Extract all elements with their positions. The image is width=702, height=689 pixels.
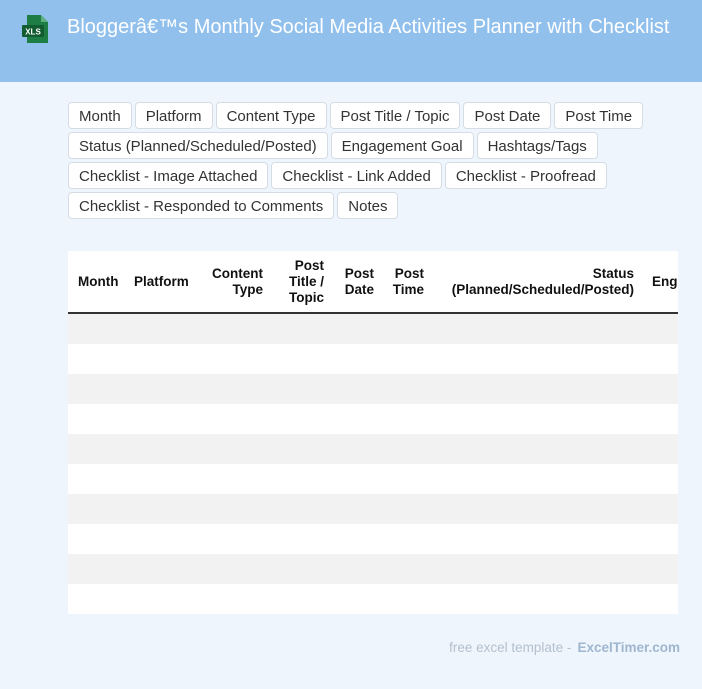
table-row[interactable]: [68, 584, 678, 614]
column-header-post-title: Post Title / Topic: [288, 257, 324, 305]
column-tag-list: Month Platform Content Type Post Title /…: [68, 102, 668, 219]
tag-status[interactable]: Status (Planned/Scheduled/Posted): [68, 132, 328, 159]
tag-checklist-link[interactable]: Checklist - Link Added: [271, 162, 442, 189]
column-header-post-time: Post Time: [392, 265, 424, 297]
tag-engagement-goal[interactable]: Engagement Goal: [330, 132, 474, 159]
page-title: Bloggerâ€™s Monthly Social Media Activit…: [67, 16, 670, 38]
table-row[interactable]: [68, 554, 678, 584]
table-row[interactable]: [68, 464, 678, 494]
column-header-platform: Platform: [134, 273, 189, 289]
column-header-post-date: Post Date: [344, 265, 374, 297]
table-row[interactable]: [68, 494, 678, 524]
tag-checklist-proofread[interactable]: Checklist - Proofread: [444, 162, 607, 189]
footer-credit: free excel template - ExcelTimer.com: [449, 640, 680, 655]
tag-checklist-responded[interactable]: Checklist - Responded to Comments: [68, 192, 335, 219]
column-header-month: Month: [78, 273, 119, 289]
footer-brand-link[interactable]: ExcelTimer.com: [577, 640, 680, 655]
column-header-status: Status (Planned/Scheduled/Posted): [451, 265, 634, 297]
tag-post-date[interactable]: Post Date: [463, 102, 552, 129]
tag-checklist-image[interactable]: Checklist - Image Attached: [68, 162, 269, 189]
tag-post-title-topic[interactable]: Post Title / Topic: [329, 102, 461, 129]
column-header-engagement: Eng: [652, 273, 678, 289]
tag-hashtags[interactable]: Hashtags/Tags: [476, 132, 598, 159]
footer-text: free excel template -: [449, 640, 572, 655]
column-header-content-type: Content Type: [212, 265, 263, 297]
table-row[interactable]: [68, 524, 678, 554]
tag-content-type[interactable]: Content Type: [215, 102, 327, 129]
table-header: Month Platform Content Type Post Title /…: [68, 251, 678, 314]
planner-table: Month Platform Content Type Post Title /…: [68, 251, 678, 614]
table-row[interactable]: [68, 404, 678, 434]
table-row[interactable]: [68, 314, 678, 344]
tag-platform[interactable]: Platform: [134, 102, 213, 129]
table-row[interactable]: [68, 434, 678, 464]
table-row[interactable]: [68, 374, 678, 404]
tag-post-time[interactable]: Post Time: [554, 102, 644, 129]
tag-notes[interactable]: Notes: [337, 192, 399, 219]
tag-month[interactable]: Month: [68, 102, 132, 129]
table-row[interactable]: [68, 344, 678, 374]
page-header: XLS Bloggerâ€™s Monthly Social Media Act…: [0, 0, 702, 82]
